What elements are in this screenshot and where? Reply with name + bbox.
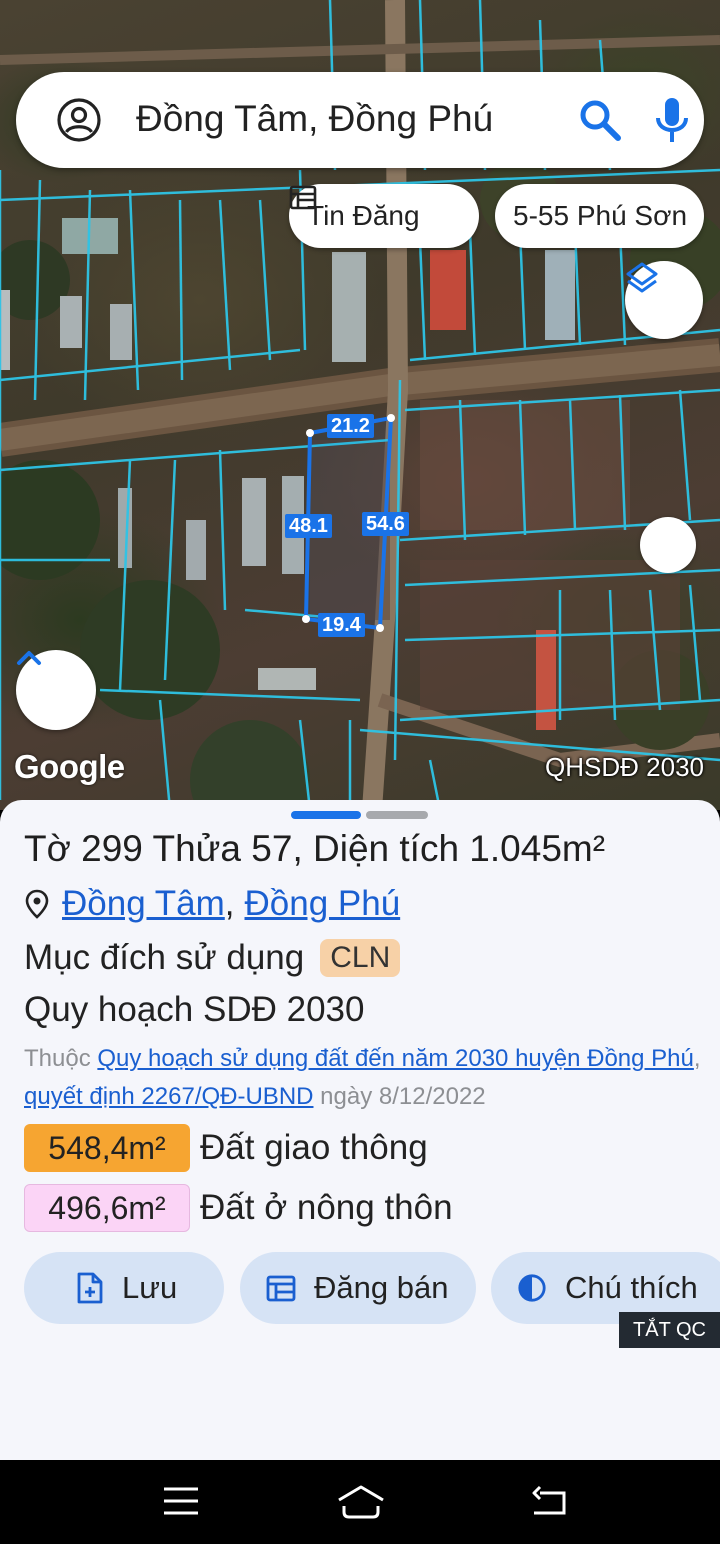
search-icon[interactable] — [578, 98, 622, 142]
calendar-icon — [266, 1275, 296, 1302]
dimension-right-label: 54.6 — [362, 512, 409, 536]
address-label: 5-55 Phú Sơn — [513, 200, 688, 231]
save-label: Lưu — [122, 1270, 178, 1305]
map-point-button[interactable] — [640, 517, 696, 573]
commune-link[interactable]: Đồng Tâm — [62, 884, 225, 924]
home-icon[interactable] — [336, 1484, 386, 1520]
purpose-code-badge: CLN — [320, 939, 401, 977]
plan-date: ngày 8/12/2022 — [313, 1083, 486, 1110]
file-add-icon — [77, 1272, 103, 1304]
purpose-row: Mục đích sử dụng CLN — [24, 938, 401, 978]
back-icon[interactable] — [530, 1484, 568, 1518]
area-value-badge: 496,6m² — [24, 1184, 190, 1232]
purpose-label: Mục đích sử dụng — [24, 938, 305, 977]
save-button[interactable]: Lưu — [24, 1252, 224, 1324]
layers-icon — [626, 262, 658, 293]
decision-link[interactable]: quyết định 2267/QĐ-UBND — [24, 1083, 313, 1110]
sheet-handle-active[interactable] — [291, 811, 361, 819]
area-label: Đất ở nông thôn — [200, 1188, 453, 1227]
disable-ads-button[interactable]: TẮT QC — [619, 1312, 720, 1348]
expand-up-button[interactable] — [16, 650, 96, 730]
plan-prefix: Thuộc — [24, 1045, 98, 1072]
plan-link[interactable]: Quy hoạch sử dụng đất đến năm 2030 huyện… — [97, 1045, 694, 1072]
area-label: Đất giao thông — [200, 1128, 428, 1167]
location-row: Đồng Tâm , Đồng Phú — [24, 884, 400, 924]
parcel-info-sheet: Tờ 299 Thửa 57, Diện tích 1.045m² Đồng T… — [0, 800, 720, 1460]
dimension-bottom-label: 19.4 — [318, 613, 365, 637]
dimension-left-label: 48.1 — [285, 514, 332, 538]
legend-label: Chú thích — [565, 1270, 698, 1305]
post-sale-label: Đăng bán — [314, 1270, 449, 1305]
address-chip[interactable]: 5-55 Phú Sơn — [495, 184, 704, 248]
post-sale-button[interactable]: Đăng bán — [240, 1252, 476, 1324]
parcel-title: Tờ 299 Thửa 57, Diện tích 1.045m² — [24, 828, 606, 869]
search-bar[interactable]: Đồng Tâm, Đồng Phú — [16, 72, 704, 168]
area-row-residential: 496,6m² Đất ở nông thôn — [24, 1184, 453, 1232]
location-pin-icon — [25, 889, 49, 919]
tin-dang-chip[interactable]: Tin Đăng — [289, 184, 479, 248]
menu-icon[interactable] — [162, 1484, 200, 1518]
account-icon[interactable] — [56, 97, 102, 143]
plan-comma: , — [693, 1045, 701, 1072]
area-value-badge: 548,4m² — [24, 1124, 190, 1172]
calendar-icon — [289, 185, 317, 210]
plan-title: Quy hoạch SDĐ 2030 — [24, 990, 365, 1029]
area-row-transport: 548,4m² Đất giao thông — [24, 1124, 428, 1172]
map-layer-tag: QHSDĐ 2030 — [545, 752, 704, 782]
system-nav-bar — [0, 1460, 720, 1544]
map-view[interactable]: 21.2 48.1 54.6 19.4 Đồng Tâm, Đồng Phú T… — [0, 0, 720, 810]
district-link[interactable]: Đồng Phú — [245, 884, 401, 924]
dimension-top-label: 21.2 — [327, 414, 374, 438]
sheet-handle-inactive[interactable] — [366, 811, 428, 819]
mic-icon[interactable] — [652, 96, 692, 144]
search-input[interactable]: Đồng Tâm, Đồng Phú — [136, 98, 493, 140]
google-logo: Google — [14, 748, 125, 785]
tin-dang-label: Tin Đăng — [307, 200, 420, 231]
chevron-up-icon — [17, 651, 41, 665]
location-separator: , — [224, 884, 235, 923]
contrast-icon — [518, 1274, 546, 1302]
layers-button[interactable] — [625, 261, 703, 339]
plan-description: Thuộc Quy hoạch sử dụng đất đến năm 2030… — [24, 1040, 714, 1116]
